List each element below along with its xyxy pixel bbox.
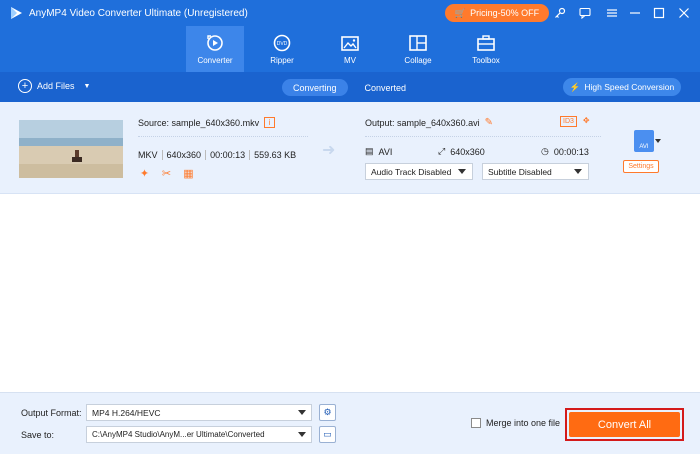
source-resolution: 640x360 [163, 150, 207, 160]
toolbox-icon [477, 35, 495, 51]
output-duration-value: 00:00:13 [553, 146, 589, 157]
merge-checkbox[interactable] [471, 418, 481, 428]
chevron-down-icon [298, 432, 306, 437]
resize-icon: ⤢ [438, 146, 446, 156]
output-format-select[interactable]: MP4 H.264/HEVC [86, 404, 312, 421]
output-resolution-value: 640x360 [450, 146, 485, 157]
add-files-label: Add Files [37, 81, 75, 91]
output-icons: ID3 ✥ [560, 116, 590, 127]
lightning-icon: ⚡ [569, 81, 581, 92]
convert-all-button[interactable]: Convert All [569, 412, 680, 437]
title-bar: AnyMP4 Video Converter Ultimate (Unregis… [0, 0, 700, 26]
tab-mv-label: MV [344, 56, 356, 65]
output-resolution: ⤢ 640x360 [438, 146, 485, 157]
tab-converter[interactable]: Converter [186, 26, 244, 72]
id3-icon[interactable]: ID3 [560, 116, 577, 127]
convert-all-highlight: Convert All [565, 408, 684, 441]
source-size: 559.63 KB [254, 150, 297, 160]
chevron-down-icon[interactable]: ▼ [84, 83, 91, 90]
chat-icon[interactable] [577, 5, 593, 21]
video-thumbnail[interactable] [19, 120, 123, 178]
output-format: ▤ AVI [365, 146, 392, 157]
edit-tools: ✦ ✂ ▦ [138, 168, 195, 181]
collage-icon [409, 35, 427, 51]
chevron-down-icon [298, 410, 306, 415]
folder-icon[interactable]: ▭ [319, 426, 336, 443]
source-file: Source: sample_640x360.mkv i [138, 117, 276, 128]
output-duration: ◷ 00:00:13 [541, 146, 589, 157]
info-icon[interactable]: i [264, 117, 276, 128]
output-format-label: Output Format: [21, 408, 82, 418]
film-icon: ▤ [365, 146, 374, 156]
arrow-right-icon: ➜ [322, 142, 336, 159]
merge-label: Merge into one file [486, 418, 561, 428]
output-file: Output: sample_640x360.avi ✎ [365, 117, 493, 128]
source-format: MKV [138, 150, 163, 160]
ripper-icon: DVD [273, 34, 291, 52]
output-format-select-value: MP4 H.264/HEVC [92, 407, 161, 418]
enhance-icon[interactable]: ✦ [138, 168, 151, 181]
mv-icon [341, 36, 359, 51]
settings-button[interactable]: Settings [623, 160, 659, 173]
tab-collage-label: Collage [404, 56, 432, 65]
high-speed-conversion-button[interactable]: ⚡ High Speed Conversion [563, 78, 681, 96]
maximize-icon[interactable] [651, 5, 667, 21]
tab-converter-label: Converter [197, 56, 233, 65]
source-filename: Source: sample_640x360.mkv [138, 117, 260, 128]
audio-track-select[interactable]: Audio Track Disabled [365, 163, 473, 180]
cut-icon[interactable]: ✂ [160, 168, 173, 181]
tab-ripper[interactable]: DVD Ripper [253, 26, 311, 72]
save-to-select[interactable]: C:\AnyMP4 Studio\AnyM...er Ultimate\Conv… [86, 426, 312, 443]
divider [365, 136, 601, 137]
app-window: AnyMP4 Video Converter Ultimate (Unregis… [0, 0, 700, 454]
key-icon[interactable] [552, 5, 568, 21]
toolbar: + Add Files ▼ Converting Converted ⚡ Hig… [0, 72, 700, 102]
plus-icon: + [18, 79, 32, 93]
tab-converted[interactable]: Converted [354, 79, 418, 96]
source-meta: MKV 640x360 00:00:13 559.63 KB [138, 150, 300, 160]
tab-mv[interactable]: MV [321, 26, 379, 72]
chevron-down-icon [458, 169, 466, 174]
format-settings-icon[interactable]: ⚙ [319, 404, 336, 421]
audio-track-value: Audio Track Disabled [371, 166, 452, 177]
chevron-down-icon [574, 169, 582, 174]
main-nav: Converter DVD Ripper MV Collage Toolbox [0, 26, 700, 72]
format-icon[interactable]: AVI [634, 130, 654, 152]
save-to-value: C:\AnyMP4 Studio\AnyM...er Ultimate\Conv… [92, 430, 265, 439]
subtitle-select[interactable]: Subtitle Disabled [482, 163, 589, 180]
window-title: AnyMP4 Video Converter Ultimate (Unregis… [29, 7, 248, 19]
clock-icon: ◷ [541, 146, 549, 156]
chevron-down-icon[interactable] [655, 139, 661, 143]
save-to-label: Save to: [21, 430, 55, 440]
divider [138, 136, 308, 137]
pricing-button[interactable]: 🛒 Pricing-50% OFF [445, 4, 549, 22]
cart-icon: 🛒 [454, 7, 467, 18]
add-files-button[interactable]: + Add Files ▼ [18, 79, 90, 93]
view-tabs: Converting Converted [282, 79, 417, 96]
pricing-label: Pricing-50% OFF [470, 8, 540, 18]
merge-option[interactable]: Merge into one file [471, 418, 560, 428]
tab-collage[interactable]: Collage [389, 26, 447, 72]
high-speed-label: High Speed Conversion [584, 82, 675, 92]
menu-icon[interactable] [604, 5, 620, 21]
bottom-bar: Output Format: MP4 H.264/HEVC ⚙ Save to:… [0, 392, 700, 454]
subtitle-value: Subtitle Disabled [488, 166, 552, 177]
minimize-icon[interactable] [627, 5, 643, 21]
edit-icon[interactable]: ▦ [182, 168, 195, 181]
converter-icon [207, 35, 223, 51]
close-icon[interactable] [676, 5, 692, 21]
tab-converting[interactable]: Converting [282, 79, 348, 96]
pencil-icon[interactable]: ✎ [485, 117, 493, 128]
svg-text:DVD: DVD [277, 41, 288, 47]
output-filename: Output: sample_640x360.avi [365, 117, 480, 128]
file-item: Source: sample_640x360.mkv i MKV 640x360… [0, 102, 700, 194]
output-format-value: AVI [378, 146, 393, 157]
move-icon[interactable]: ✥ [583, 116, 590, 127]
source-duration: 00:00:13 [206, 150, 251, 160]
app-logo-icon [11, 7, 22, 19]
tab-toolbox[interactable]: Toolbox [457, 26, 515, 72]
tab-ripper-label: Ripper [270, 56, 294, 65]
tab-toolbox-label: Toolbox [472, 56, 500, 65]
